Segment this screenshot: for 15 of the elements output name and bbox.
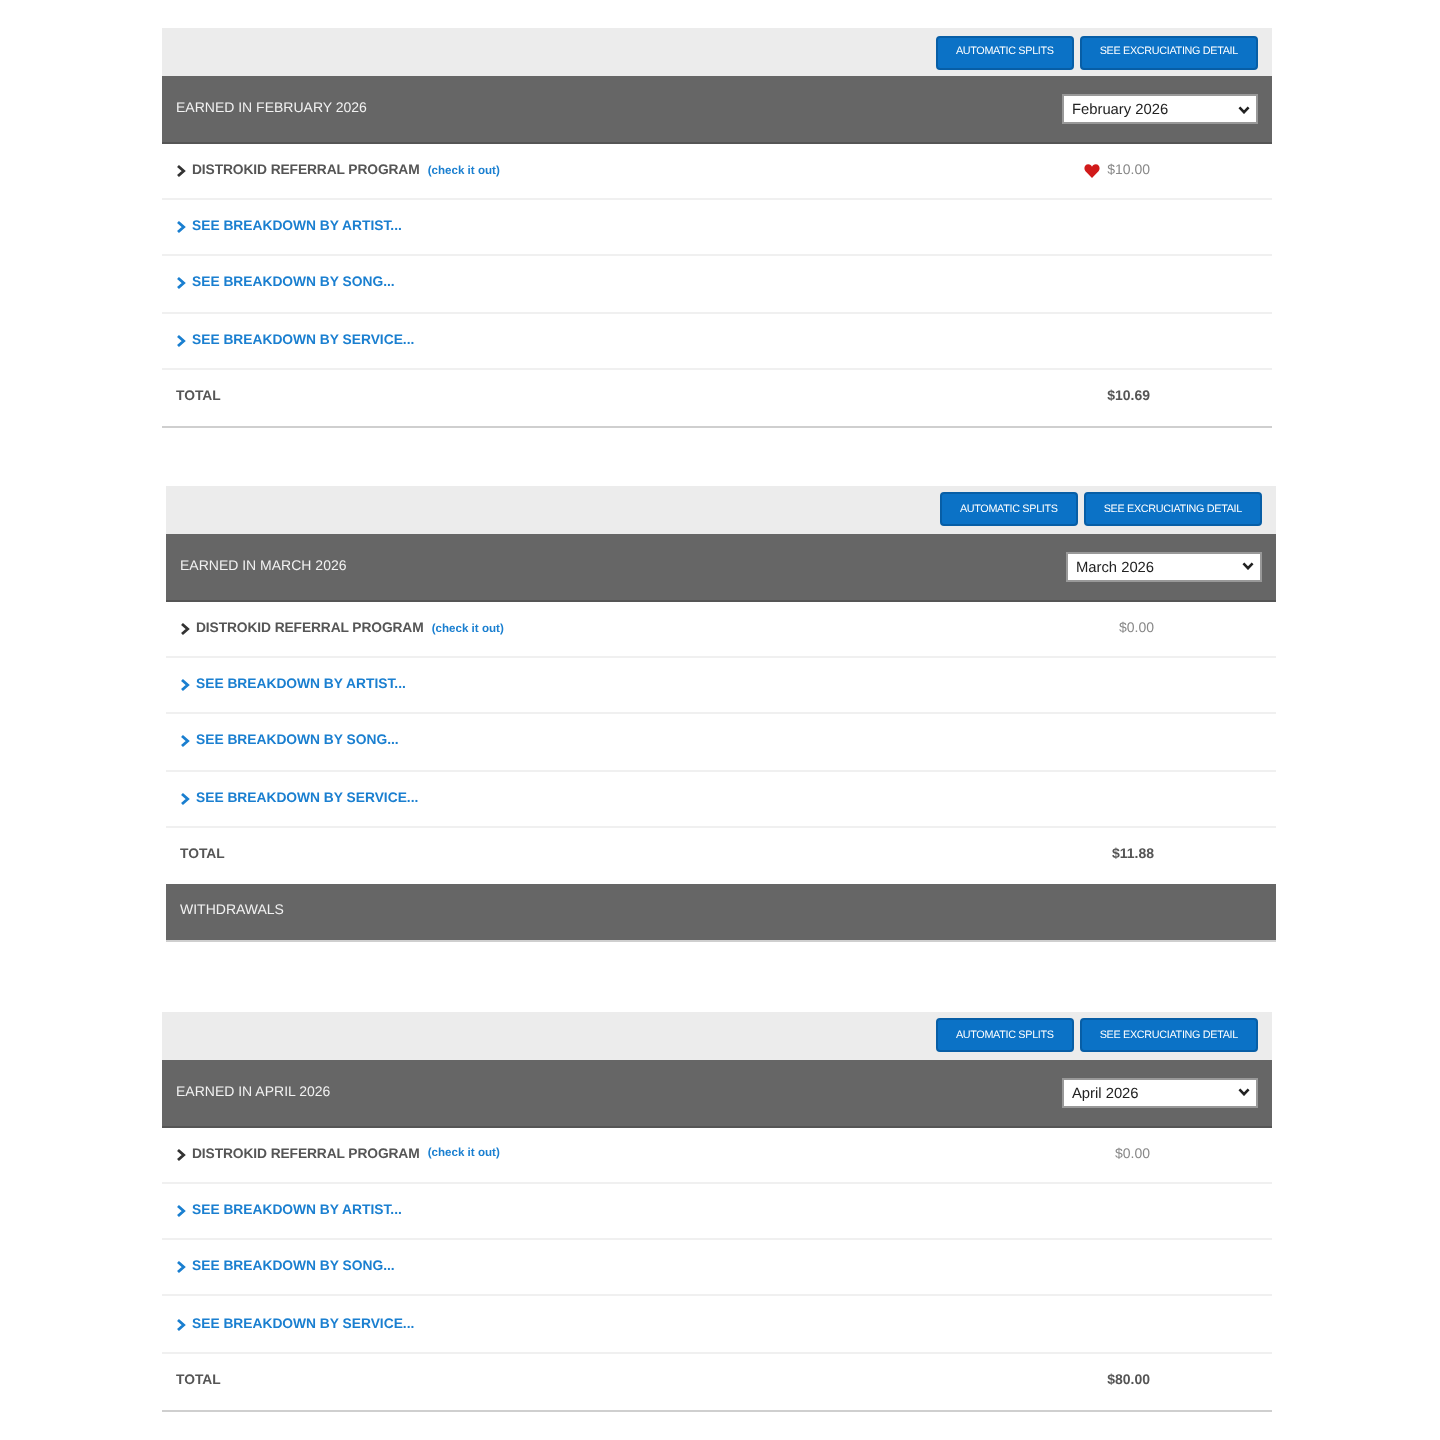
chevron-right-icon — [180, 622, 190, 637]
chevron-right-icon — [176, 220, 186, 235]
chevron-down-icon — [1238, 105, 1250, 113]
chevron-right-icon — [176, 276, 186, 291]
chevron-right-icon — [180, 791, 190, 806]
chevron-right-icon — [176, 1147, 186, 1162]
chevron-down-icon — [1242, 562, 1254, 571]
chevron-right-icon — [176, 1317, 186, 1332]
chevron-right-icon — [176, 1260, 186, 1275]
chevron-right-icon — [180, 734, 190, 749]
chevron-right-icon — [176, 164, 186, 179]
chevron-right-icon — [176, 333, 186, 348]
chevron-right-icon — [176, 1204, 186, 1219]
chevron-down-icon — [1238, 1088, 1250, 1097]
chevron-right-icon — [180, 678, 190, 693]
